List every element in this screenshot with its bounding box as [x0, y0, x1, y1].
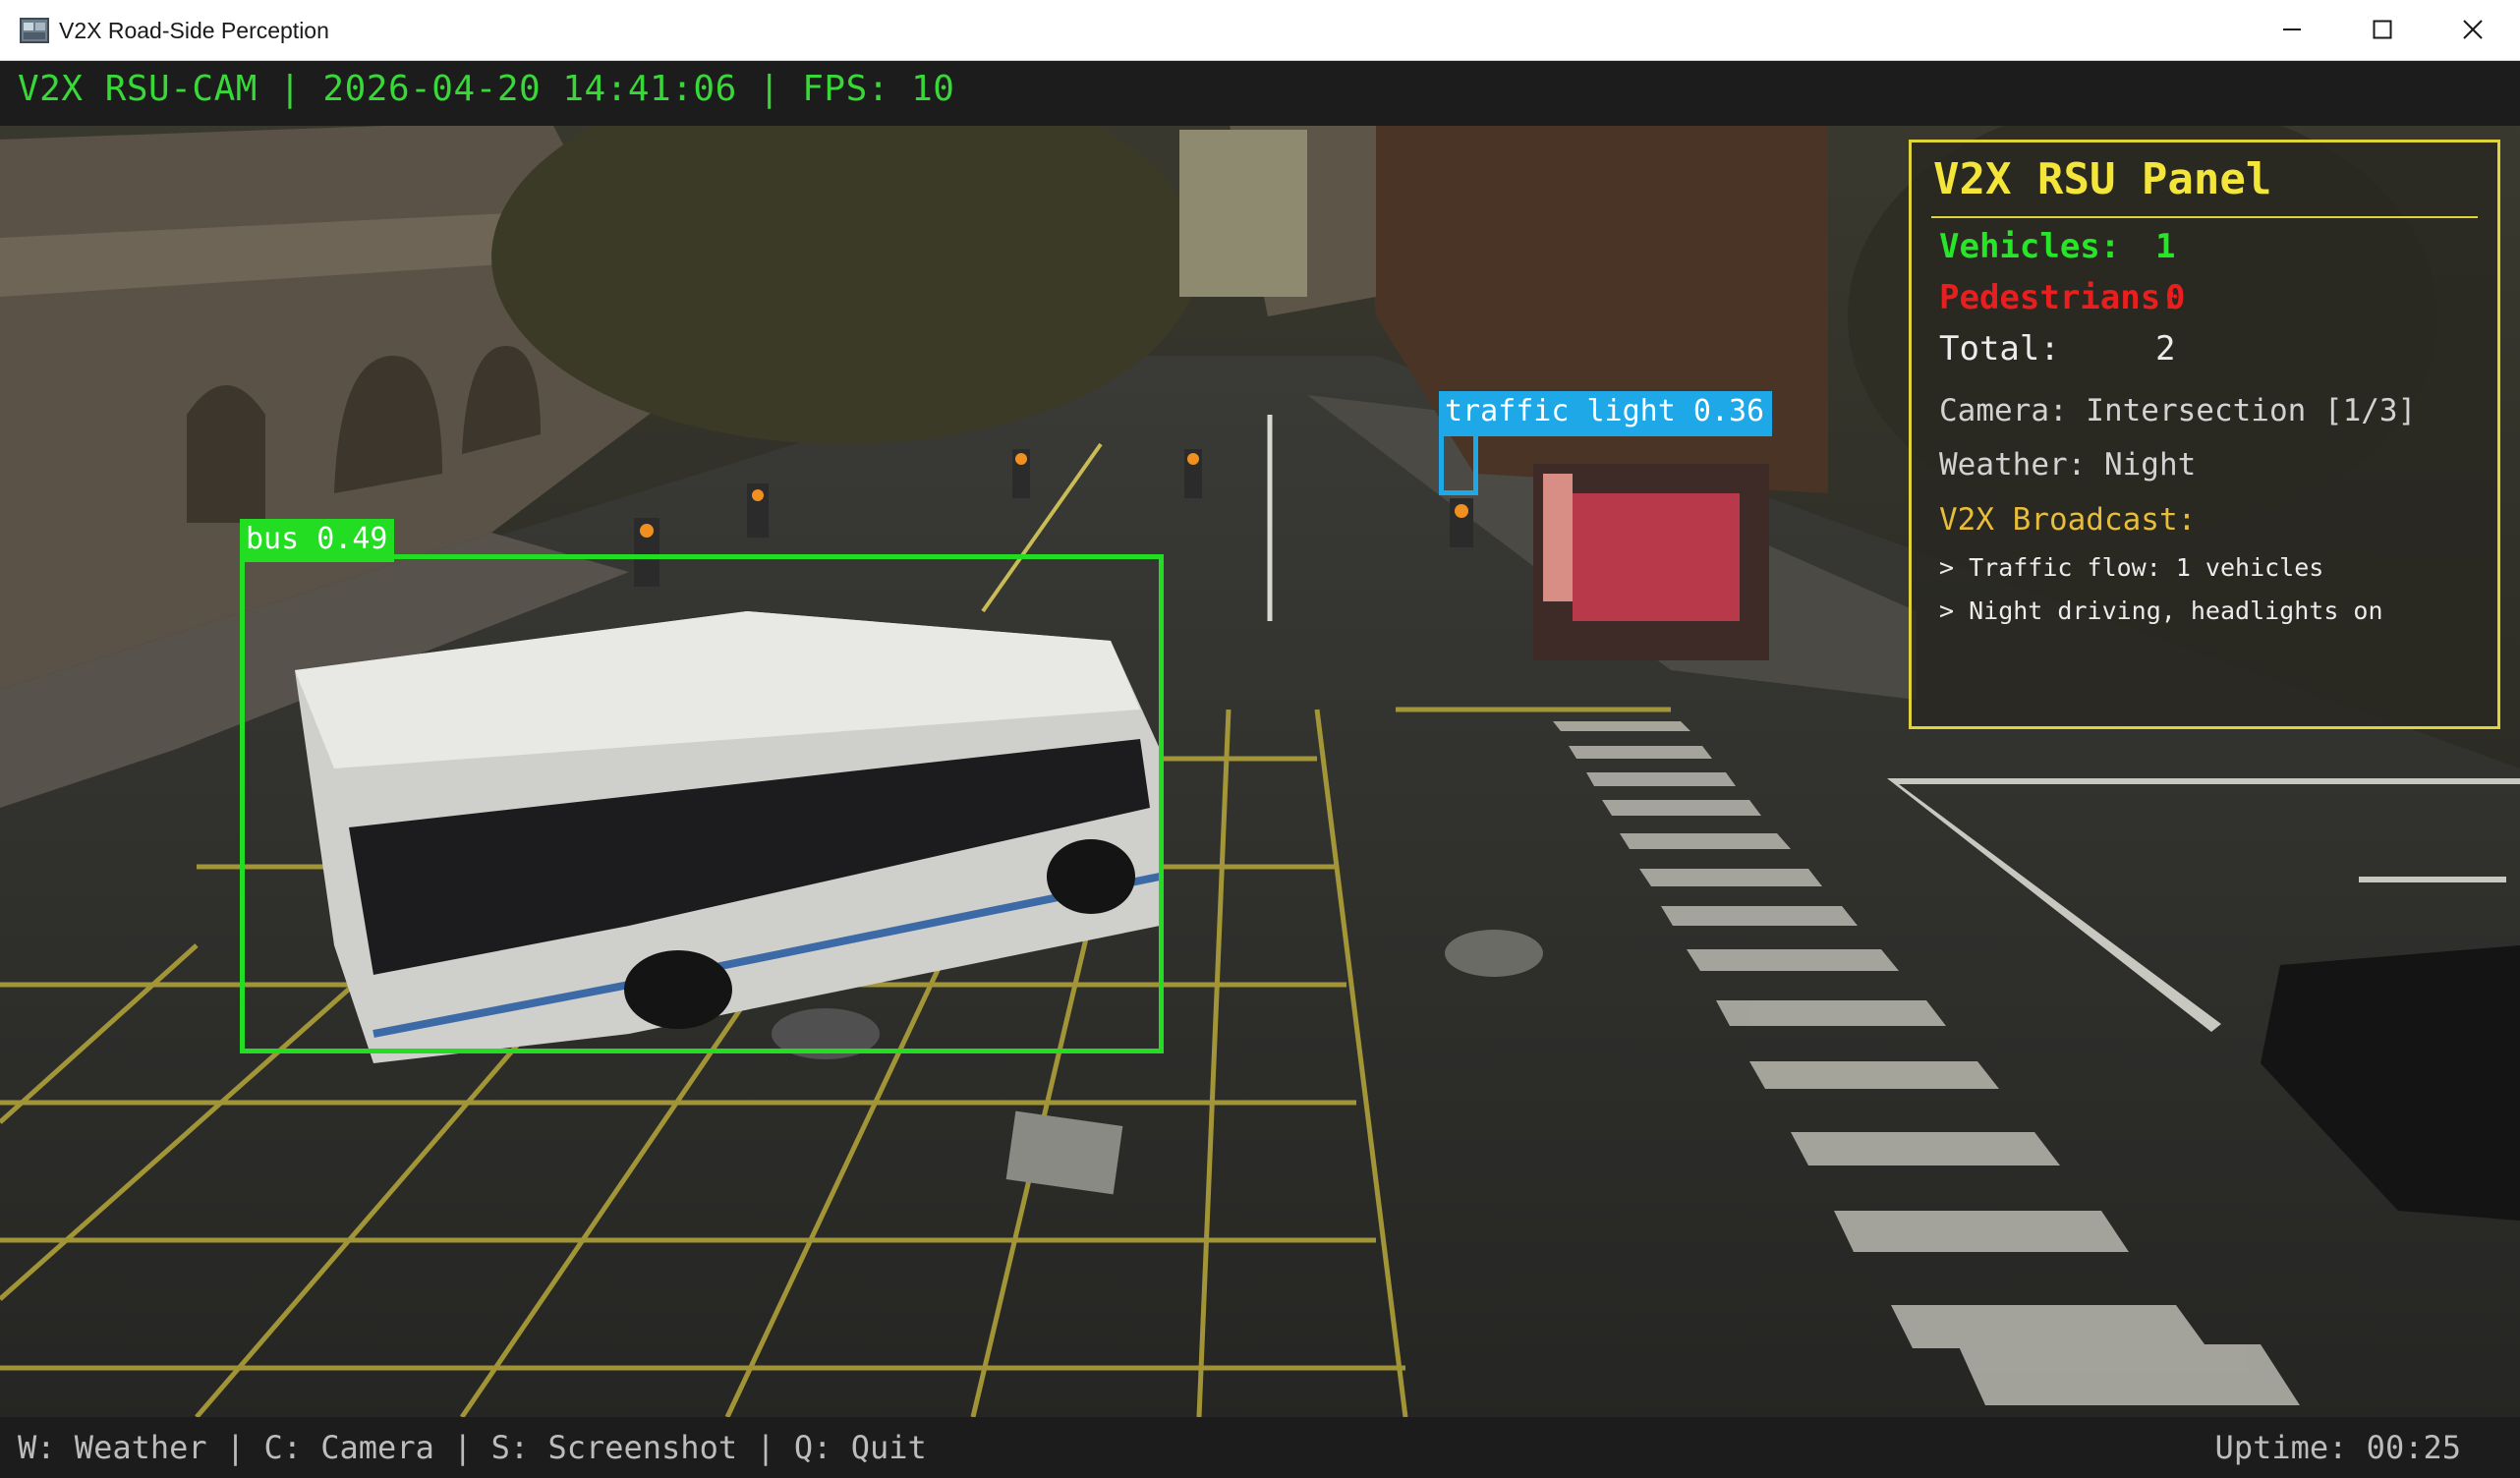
camera-info: Camera: Intersection [1/3]	[1939, 393, 2417, 428]
close-button[interactable]	[2428, 0, 2518, 59]
window-title: V2X Road-Side Perception	[59, 18, 329, 43]
window-titlebar[interactable]: V2X Road-Side Perception	[0, 0, 2520, 61]
close-icon	[2463, 20, 2483, 39]
hotkey-help: W: Weather | C: Camera | S: Screenshot |…	[18, 1429, 927, 1466]
traffic-light-detection-label: traffic light 0.36	[1439, 391, 1773, 436]
total-label: Total:	[1939, 329, 2060, 369]
broadcast-message: > Traffic flow: 1 vehicles	[1939, 553, 2324, 582]
maximize-icon	[2373, 20, 2392, 39]
panel-divider	[1931, 216, 2478, 218]
bus-detection-label: bus 0.49	[240, 519, 394, 562]
vehicles-count: 1	[2155, 227, 2176, 266]
v2x-rsu-panel: V2X RSU Panel Vehicles: 1 Pedestrians: 0…	[1909, 140, 2500, 729]
minimize-icon	[2283, 28, 2301, 30]
broadcast-message: > Night driving, headlights on	[1939, 597, 2383, 625]
traffic-light-detection-box	[1439, 428, 1478, 495]
minimize-button[interactable]	[2247, 0, 2337, 59]
broadcast-title: V2X Broadcast:	[1939, 502, 2197, 538]
hotkey-bar: W: Weather | C: Camera | S: Screenshot |…	[0, 1417, 2520, 1478]
maximize-button[interactable]	[2337, 0, 2428, 59]
weather-info: Weather: Night	[1939, 447, 2197, 483]
total-count: 2	[2155, 329, 2176, 369]
pedestrians-label: Pedestrians:	[1939, 278, 2181, 317]
uptime-readout: Uptime: 00:25	[2214, 1429, 2461, 1466]
camera-feed: V2X RSU-CAM | 2026-04-20 14:41:06 | FPS:…	[0, 61, 2520, 1478]
vehicles-label: Vehicles:	[1939, 227, 2121, 266]
status-text: V2X RSU-CAM | 2026-04-20 14:41:06 | FPS:…	[18, 69, 955, 109]
bus-detection-box	[240, 554, 1164, 1053]
pedestrians-count: 0	[2165, 278, 2186, 317]
panel-title: V2X RSU Panel	[1933, 154, 2272, 204]
app-icon	[20, 18, 49, 43]
status-bar: V2X RSU-CAM | 2026-04-20 14:41:06 | FPS:…	[0, 61, 2520, 126]
